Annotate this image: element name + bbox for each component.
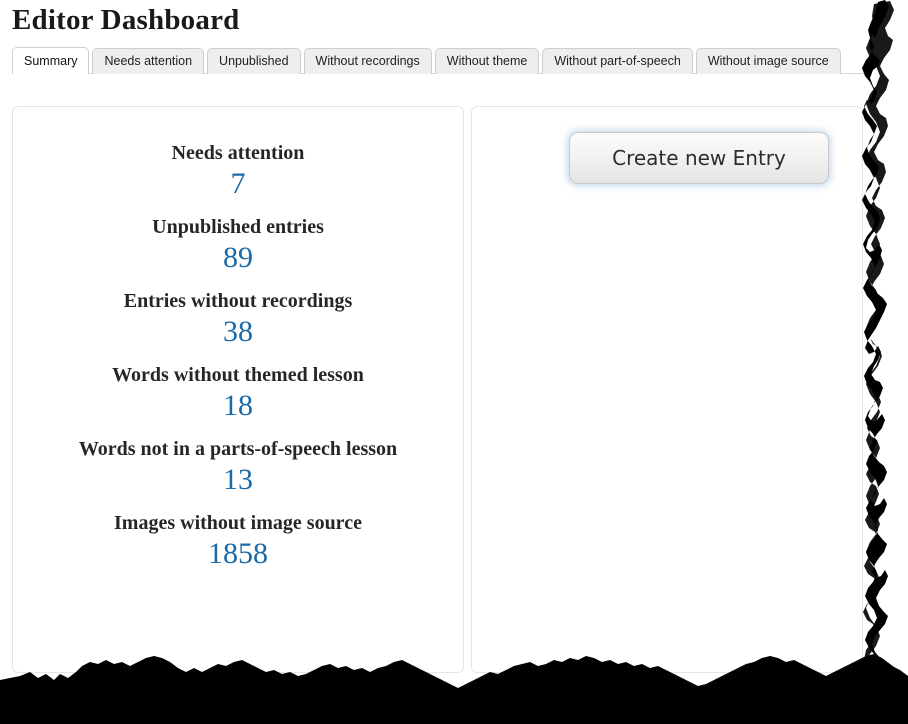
tab-without-theme[interactable]: Without theme [434, 48, 540, 74]
stat-label: Needs attention [171, 142, 305, 164]
stat-label: Unpublished entries [152, 216, 324, 238]
stat-label: Words without themed lesson [112, 364, 364, 386]
tab-without-image-source[interactable]: Without image source [695, 48, 841, 74]
stat-row: Images without image source 1858 [13, 511, 463, 573]
tab-summary[interactable]: Summary [12, 47, 90, 74]
stat-row: Unpublished entries 89 [13, 215, 463, 277]
stat-label: Entries without recordings [123, 290, 353, 312]
create-new-entry-button[interactable]: Create new Entry [569, 132, 829, 184]
actions-panel: Create new Entry [471, 106, 863, 673]
stat-row: Words without themed lesson 18 [13, 363, 463, 425]
tab-needs-attention[interactable]: Needs attention [92, 48, 205, 74]
stat-value: 89 [223, 241, 253, 274]
stat-label: Images without image source [114, 512, 362, 534]
summary-stats-panel: Needs attention 7 Unpublished entries 89 Ent… [12, 106, 464, 673]
tab-bar: Summary Needs attention Unpublished Without… [12, 46, 869, 74]
stat-value: 13 [223, 463, 253, 496]
stat-value: 18 [223, 389, 253, 422]
stat-value: 38 [223, 315, 253, 348]
dashboard-page: Editor Dashboard Summary Needs attention U… [0, 0, 908, 724]
stat-row: Words not in a parts-of-speech lesson 13 [13, 437, 463, 499]
stat-row: Needs attention 7 [13, 141, 463, 203]
stat-row: Entries without recordings 38 [13, 289, 463, 351]
stat-value: 7 [230, 167, 246, 200]
tab-unpublished[interactable]: Unpublished [207, 48, 301, 74]
tab-without-part-of-speech[interactable]: Without part-of-speech [542, 48, 693, 74]
stat-label: Words not in a parts-of-speech lesson [78, 438, 398, 460]
tab-without-recordings[interactable]: Without recordings [303, 48, 432, 74]
stats-list: Needs attention 7 Unpublished entries 89 Ent… [13, 107, 463, 573]
page-title: Editor Dashboard [12, 4, 240, 36]
stat-value: 1858 [208, 537, 268, 570]
